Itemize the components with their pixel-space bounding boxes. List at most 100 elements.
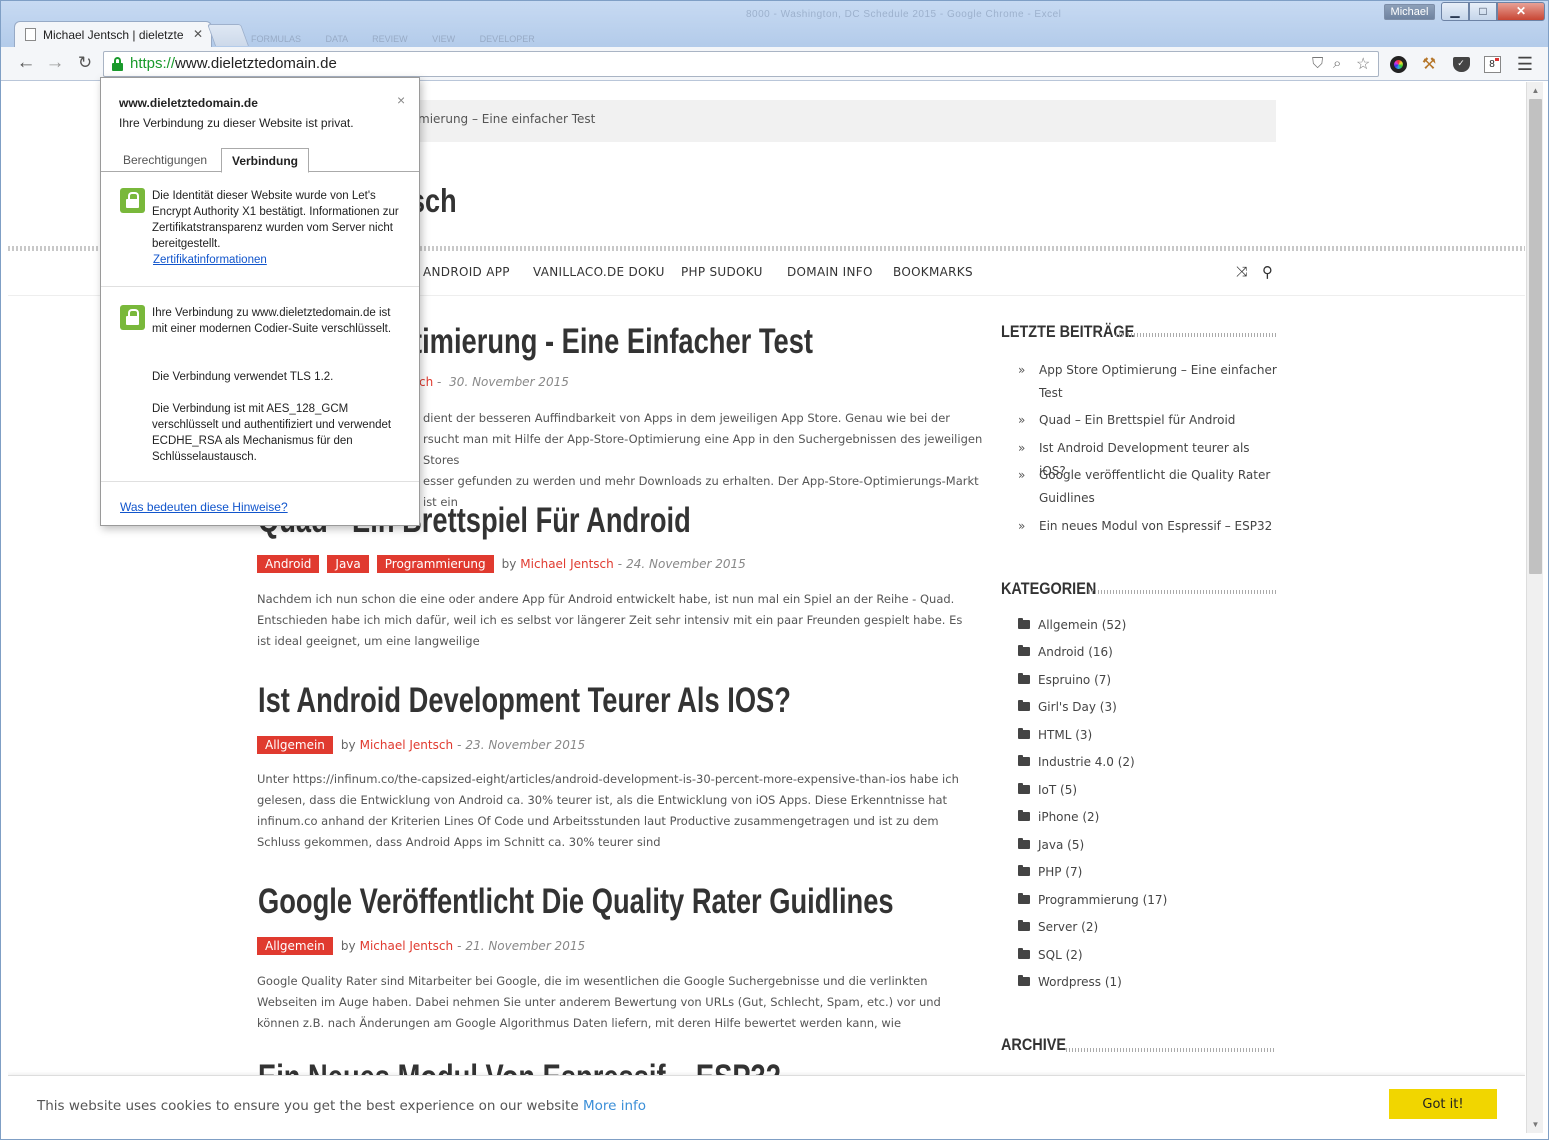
nav-item-vanillaco-doku[interactable]: VANILLACO.DE DOKU (533, 265, 665, 279)
background-window-title: 8000 - Washington, DC Schedule 2015 - Go… (746, 9, 1062, 20)
cookie-banner: This website uses cookies to ensure you … (8, 1075, 1525, 1133)
category-tag[interactable]: Allgemein (257, 736, 333, 754)
recent-post-link[interactable]: » App Store Optimierung – Eine einfacher … (1018, 359, 1278, 405)
post-author[interactable]: Michael Jentsch (360, 738, 453, 752)
post-date: 30. November 2015 (449, 375, 569, 389)
post-title[interactable]: Google Veröffentlicht Die Quality Rater … (258, 882, 894, 922)
counter-extension-icon[interactable]: 8 (1482, 54, 1502, 74)
category-link[interactable]: Allgemein (52) (1018, 618, 1126, 632)
back-arrow-icon[interactable]: ← (14, 52, 38, 76)
category-link[interactable]: Programmierung (17) (1018, 893, 1167, 907)
menu-icon[interactable]: ☰ (1515, 54, 1535, 74)
cookie-accept-button[interactable]: Got it! (1389, 1089, 1497, 1119)
shuffle-icon[interactable]: ⤨ (1236, 264, 1247, 280)
cookie-more-info-link[interactable]: More info (583, 1098, 646, 1114)
forward-arrow-icon[interactable]: → (43, 52, 67, 76)
nav-item-php-sudoku[interactable]: PHP SUDOKU (681, 265, 763, 279)
post-author[interactable]: Michael Jentsch (360, 939, 453, 953)
post-meta: Allgemein by Michael Jentsch - 23. Novem… (257, 735, 585, 755)
browser-window: 8000 - Washington, DC Schedule 2015 - Go… (0, 0, 1549, 1140)
browser-tab[interactable]: Michael Jentsch | dieletzte ✕ (14, 21, 212, 47)
category-tag[interactable]: Programmierung (376, 555, 494, 573)
category-link[interactable]: Android (16) (1018, 645, 1113, 659)
tab-title: Michael Jentsch | dieletzte (43, 27, 183, 42)
certificate-info-link[interactable]: Zertifikatinformationen (153, 254, 267, 266)
category-link[interactable]: Java (5) (1018, 838, 1084, 852)
category-link[interactable]: Espruino (7) (1018, 673, 1111, 687)
category-link[interactable]: Wordpress (1) (1018, 975, 1122, 989)
widget-title-recent: LETZTE BEITRÄGE (1001, 322, 1135, 341)
connection-encryption-text: Die Verbindung ist mit AES_128_GCM versc… (152, 403, 392, 463)
address-bar[interactable]: https://www.dieletztedomain.de ⛉ ⌕ ☆ (103, 51, 1379, 77)
search-icon[interactable]: ⚲ (1262, 263, 1273, 281)
page-favicon-icon (25, 28, 36, 41)
post-meta: ch - 30. November 2015 (419, 375, 569, 389)
help-link[interactable]: Was bedeuten diese Hinweise? (120, 500, 288, 514)
folder-icon (1018, 975, 1030, 986)
scroll-up-icon[interactable]: ▲ (1527, 82, 1544, 99)
tab-connection[interactable]: Verbindung (221, 148, 309, 173)
category-link[interactable]: iPhone (2) (1018, 810, 1099, 824)
recent-post-link[interactable]: » Google veröffentlicht die Quality Rater… (1018, 464, 1278, 510)
post-excerpt: Unter https://infinum.co/the-capsized-ei… (257, 772, 959, 849)
post-by-label: by (501, 557, 517, 571)
category-link[interactable]: Server (2) (1018, 920, 1098, 934)
chevron-right-icon: » (1018, 519, 1026, 533)
category-tag[interactable]: Allgemein (257, 937, 333, 955)
scroll-down-icon[interactable]: ▼ (1527, 1116, 1544, 1133)
zoom-icon[interactable]: ⌕ (1333, 55, 1341, 72)
nav-item-android-app[interactable]: ANDROID APP (423, 265, 510, 279)
url-text[interactable]: https://www.dieletztedomain.de (130, 55, 337, 72)
new-tab-button[interactable] (206, 24, 250, 46)
reload-icon[interactable]: ↻ (73, 52, 97, 76)
category-tag[interactable]: Android (257, 555, 320, 573)
identity-lock-icon (120, 188, 145, 213)
minimize-button[interactable]: ▁ (1441, 2, 1469, 21)
identity-description: Die Identität dieser Website wurde von L… (152, 190, 399, 250)
nav-item-bookmarks[interactable]: BOOKMARKS (893, 265, 973, 279)
category-link[interactable]: IoT (5) (1018, 783, 1077, 797)
chevron-right-icon: » (1018, 413, 1026, 427)
recent-post-link[interactable]: » Quad – Ein Brettspiel für Android (1018, 409, 1278, 432)
category-link[interactable]: Industrie 4.0 (2) (1018, 755, 1135, 769)
post-excerpt: Nachdem ich nun schon die eine oder ande… (257, 592, 963, 648)
pocket-extension-icon[interactable]: ✓ (1451, 54, 1471, 74)
bookmark-star-icon[interactable]: ☆ (1356, 54, 1370, 74)
breaking-news-text[interactable]: mierung – Eine einfacher Test (418, 112, 595, 126)
popup-close-icon[interactable]: × (397, 92, 405, 108)
category-tag[interactable]: Java (327, 555, 369, 573)
nav-item-domain-info[interactable]: DOMAIN INFO (787, 265, 873, 279)
category-link[interactable]: SQL (2) (1018, 948, 1083, 962)
post-date: 21. November 2015 (465, 939, 586, 953)
tab-permissions[interactable]: Berechtigungen (123, 153, 207, 167)
post-title[interactable]: timierung - Eine Einfacher Test (413, 322, 813, 362)
cookie-message: This website uses cookies to ensure you … (37, 1098, 647, 1114)
page-scrollbar[interactable]: ▲ ▼ (1526, 82, 1543, 1133)
category-link[interactable]: Girl's Day (3) (1018, 700, 1117, 714)
close-window-button[interactable]: ✕ (1497, 2, 1545, 21)
folder-icon (1018, 755, 1030, 766)
tab-close-icon[interactable]: ✕ (193, 27, 203, 41)
popup-tab-bar: Berechtigungen Verbindung (101, 148, 419, 173)
profile-badge[interactable]: Michael (1384, 4, 1435, 20)
folder-icon (1018, 893, 1030, 904)
post-date: 24. November 2015 (626, 557, 746, 571)
shield-icon[interactable]: ⛉ (1312, 55, 1323, 72)
post-author[interactable]: ch (419, 375, 433, 389)
title-bar: 8000 - Washington, DC Schedule 2015 - Go… (1, 1, 1548, 47)
post-author[interactable]: Michael Jentsch (520, 557, 613, 571)
post-by-label: by (340, 738, 356, 752)
maximize-button[interactable]: □ (1469, 2, 1497, 21)
recent-post-link[interactable]: » Ein neues Modul von Espressif – ESP32 (1018, 515, 1278, 538)
site-info-popup: www.dieletztedomain.de Ihre Verbindung z… (100, 77, 420, 526)
hammer-extension-icon[interactable]: ⚒ (1419, 54, 1439, 74)
category-link[interactable]: HTML (3) (1018, 728, 1092, 742)
lock-icon[interactable] (111, 57, 124, 71)
category-link[interactable]: PHP (7) (1018, 865, 1082, 879)
folder-icon (1018, 948, 1030, 959)
color-picker-extension-icon[interactable] (1388, 54, 1408, 74)
widget-title-archive: ARCHIVE (1001, 1035, 1067, 1054)
post-title[interactable]: Ist Android Development Teurer Als IOS? (258, 681, 791, 721)
post-meta: Android Java Programmierung by Michael J… (257, 554, 746, 574)
scroll-thumb[interactable] (1529, 99, 1542, 574)
